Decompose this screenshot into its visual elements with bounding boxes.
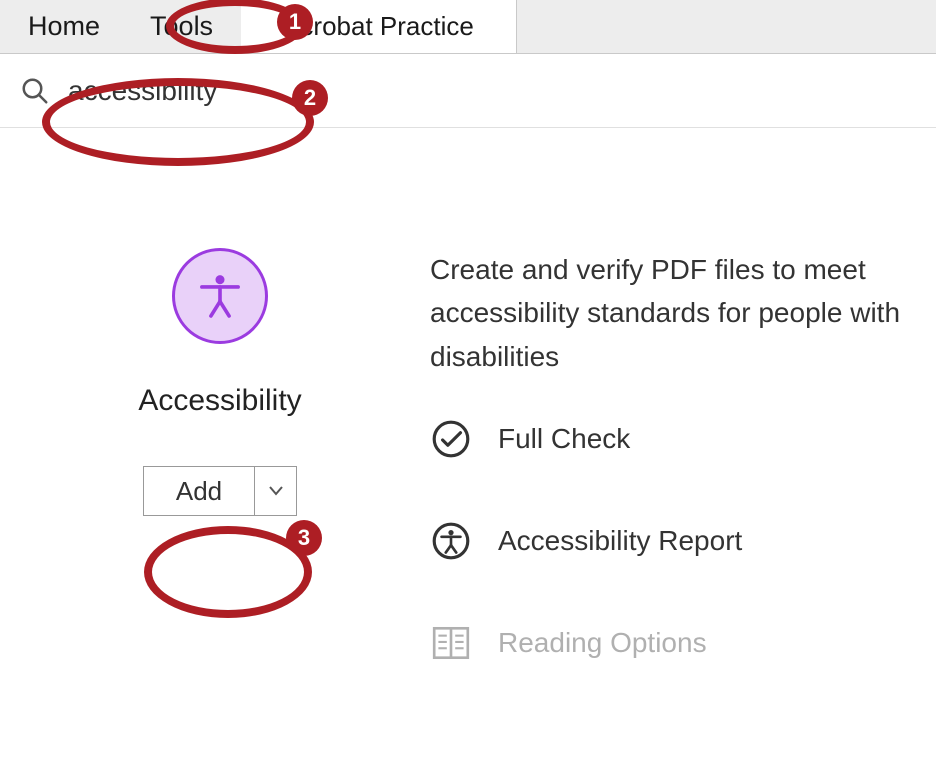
tools-main: Accessibility Add Create and verify PDF … — [0, 128, 936, 664]
feature-accessibility-report[interactable]: Accessibility Report — [430, 520, 906, 562]
tab-empty — [517, 0, 936, 53]
feature-label: Reading Options — [498, 627, 707, 659]
tab-tools[interactable]: Tools — [128, 0, 241, 53]
accessibility-icon — [172, 248, 268, 344]
tool-title: Accessibility — [138, 384, 301, 418]
feature-label: Accessibility Report — [498, 525, 742, 557]
tab-home[interactable]: Home — [0, 0, 128, 53]
check-circle-icon — [430, 418, 472, 460]
book-icon — [430, 622, 472, 664]
add-dropdown[interactable] — [255, 466, 297, 516]
annotation-badge-1: 1 — [277, 4, 313, 40]
add-button[interactable]: Add — [143, 466, 255, 516]
tool-description: Create and verify PDF files to meet acce… — [430, 248, 900, 378]
add-button-group: Add — [143, 466, 297, 516]
annotation-badge-2: 2 — [292, 80, 328, 116]
feature-reading-options: Reading Options — [430, 622, 906, 664]
search-bar — [0, 54, 936, 128]
annotation-badge-3: 3 — [286, 520, 322, 556]
chevron-down-icon — [269, 486, 283, 496]
search-input[interactable] — [66, 74, 326, 108]
feature-label: Full Check — [498, 423, 630, 455]
tool-details: Create and verify PDF files to meet acce… — [430, 248, 936, 664]
feature-list: Full Check Accessibility Report — [430, 418, 906, 664]
person-circle-icon — [430, 520, 472, 562]
tool-card-accessibility: Accessibility Add — [90, 248, 350, 664]
search-icon — [20, 76, 50, 106]
feature-full-check[interactable]: Full Check — [430, 418, 906, 460]
tab-bar: Home Tools Acrobat Practice — [0, 0, 936, 54]
